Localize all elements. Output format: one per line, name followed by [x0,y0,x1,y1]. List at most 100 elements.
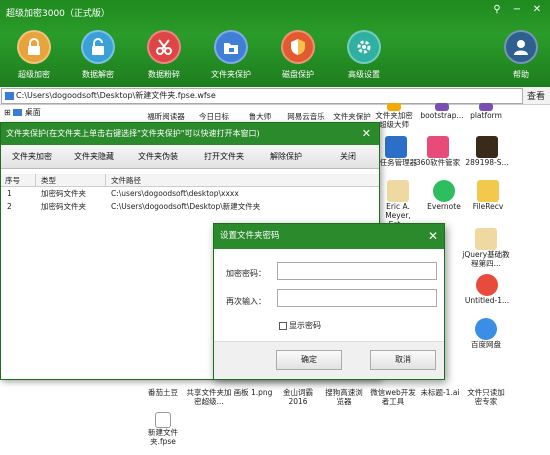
confirm-password-input[interactable] [277,289,437,307]
desktop-item-label: 百度网盘 [471,340,501,349]
desktop-item-label: 新建文件夹.fpse [148,428,178,446]
desktop-icon [13,109,23,116]
desktop-item[interactable]: 289198-S... [462,136,512,167]
scissors-icon [147,30,181,64]
toolbar-decrypt[interactable]: 数据解密 [68,30,128,80]
desktop-item[interactable]: 未标题-1.ai [418,388,462,397]
remove-protection-button[interactable]: 解除保护 [257,148,315,166]
desktop-item[interactable]: 福昕阅读器 [140,112,192,121]
unlock-icon [81,30,115,64]
user-help-icon [504,30,538,64]
window-titlebar[interactable]: 文件夹保护(在文件夹上单击右键选择"文件夹保护"可以快速打开本窗口) ✕ [1,123,379,145]
column-divider[interactable] [35,174,36,187]
desktop-item-label: Untitled-1... [464,296,510,305]
ok-button[interactable]: 确定 [276,350,342,370]
desktop-item[interactable]: 新建文件夹.fpse [136,412,190,446]
pdf-icon [387,180,409,202]
desktop-item[interactable]: 搜狗高速浏览器 [322,388,366,406]
row-number: 2 [7,202,12,211]
encrypt-folder-button[interactable]: 文件夹加密 [3,148,61,166]
desktop-item-label: FileRecv [472,202,504,211]
desktop-item[interactable]: FileRecv [466,180,510,211]
desktop-item-label: 289198-S... [465,158,509,167]
desktop-item-label: platform [470,111,502,120]
disguise-folder-button[interactable]: 文件夹伪装 [129,148,187,166]
hide-folder-button[interactable]: 文件夹隐藏 [65,148,123,166]
close-icon[interactable]: ✕ [362,123,371,145]
close-icon[interactable]: ✕ [530,4,544,15]
toolbar-label: 数据粉碎 [148,70,180,79]
desktop-item[interactable]: Eric A. Meyer, Est... [376,180,420,229]
pdf-icon [475,228,497,250]
app-icon [387,103,401,111]
desktop-item[interactable]: 文件夹保护 [330,112,374,121]
desktop-item-label: bootstrap... [420,111,464,120]
illustrator-icon [476,136,498,158]
password-input[interactable] [277,262,437,280]
table-row[interactable]: 2 加密码文件夹 C:\Users\dogoodsoft\Desktop\新建文… [1,200,379,213]
open-folder-button[interactable]: 打开文件夹 [195,148,253,166]
desktop-item[interactable]: platform [464,103,508,120]
column-header[interactable]: 序号 [5,174,20,187]
desktop-item[interactable]: Untitled-1... [462,274,512,305]
toolbar-label: 超级加密 [18,70,50,79]
dialog-titlebar[interactable]: 设置文件夹密码 ✕ [214,224,444,249]
dialog-footer: 确定 取消 [214,341,444,379]
dialog-title: 设置文件夹密码 [220,231,280,241]
desktop-item-label: 0任务管理器 [374,158,418,167]
minimize-icon[interactable]: − [510,4,524,15]
path-input[interactable]: C:\Users\dogoodsoft\Desktop\新建文件夹.fpse.w… [1,88,523,104]
desktop-item[interactable]: 金山词霸2016 [278,388,318,406]
table-row[interactable]: 1 加密码文件夹 C:\users\dogoodsoft\desktop\xxx… [1,187,379,200]
main-toolbar: 超级加密3000（正式版） ⚲ − ✕ 超级加密 数据解密 数据粉碎 文件夹保护… [0,0,550,87]
toolbar-label: 数据解密 [82,70,114,79]
close-button[interactable]: 关闭 [319,148,377,166]
desktop-item[interactable]: Evernote [422,180,466,211]
toolbar-label: 文件夹保护 [211,70,251,79]
shield-icon [281,30,315,64]
desktop-item[interactable]: 番茄土豆 [140,388,186,397]
window-title: 文件夹保护(在文件夹上单击右键选择"文件夹保护"可以快速打开本窗口) [6,129,260,138]
toolbar-super-encrypt[interactable]: 超级加密 [4,30,64,80]
toolbar-shred[interactable]: 数据粉碎 [134,30,194,80]
cancel-button[interactable]: 取消 [370,350,436,370]
column-header[interactable]: 文件路径 [111,174,141,187]
desktop-item[interactable]: 360软件管家 [414,136,462,167]
row-type: 加密码文件夹 [41,202,86,211]
close-icon[interactable]: ✕ [428,224,438,249]
toolbar-disk-protect[interactable]: 磁盘保护 [268,30,328,80]
row-path: C:\users\dogoodsoft\desktop\xxxx [111,189,239,198]
toolbar-advanced-settings[interactable]: 高级设置 [334,30,394,80]
desktop-item[interactable]: 0任务管理器 [374,136,418,167]
desktop-item-label: 360软件管家 [415,158,461,167]
row-number: 1 [7,189,12,198]
desktop-item[interactable]: 共享文件夹加密超级... [186,388,232,406]
desktop-item-label: jQuery基础教程第四... [462,250,510,268]
desktop-item[interactable]: 网易云音乐 [282,112,330,121]
desktop-item[interactable]: 百度网盘 [464,318,508,349]
desktop-item[interactable]: bootstrap... [416,103,468,120]
desktop-item[interactable]: 文件只读加密专家 [464,388,508,406]
skin-icon[interactable]: ⚲ [490,4,504,15]
column-divider[interactable] [105,174,106,187]
desktop-item[interactable]: 今日日标 [194,112,234,121]
show-password-checkbox[interactable]: 显示密码 [279,320,321,331]
toolbar-label: 磁盘保护 [282,70,314,79]
desktop-item[interactable]: 画板 1.png [232,388,274,397]
toolbar-folder-protect[interactable]: 文件夹保护 [201,30,261,80]
desktop-item[interactable]: jQuery基础教程第四... [460,228,512,268]
folder-icon [477,180,499,202]
tree-item-desktop[interactable]: ⊞ 桌面 [0,106,110,120]
column-header[interactable]: 类型 [41,174,56,187]
desktop-item[interactable]: 鲁大师 [240,112,280,121]
toolbar-help[interactable]: 帮助 [491,30,550,80]
checkbox-box[interactable] [279,321,287,330]
view-button[interactable]: 查看 [527,89,545,102]
show-password-label: 显示密码 [289,321,321,330]
table-header: 序号 类型 文件路径 [1,174,379,187]
evernote-icon [433,180,455,202]
expand-icon[interactable]: ⊞ [4,108,11,117]
gear-icon [347,30,381,64]
desktop-item[interactable]: 微信web开发者工具 [368,388,418,406]
protected-folder-table: 序号 类型 文件路径 1 加密码文件夹 C:\users\dogoodsoft\… [1,174,379,213]
